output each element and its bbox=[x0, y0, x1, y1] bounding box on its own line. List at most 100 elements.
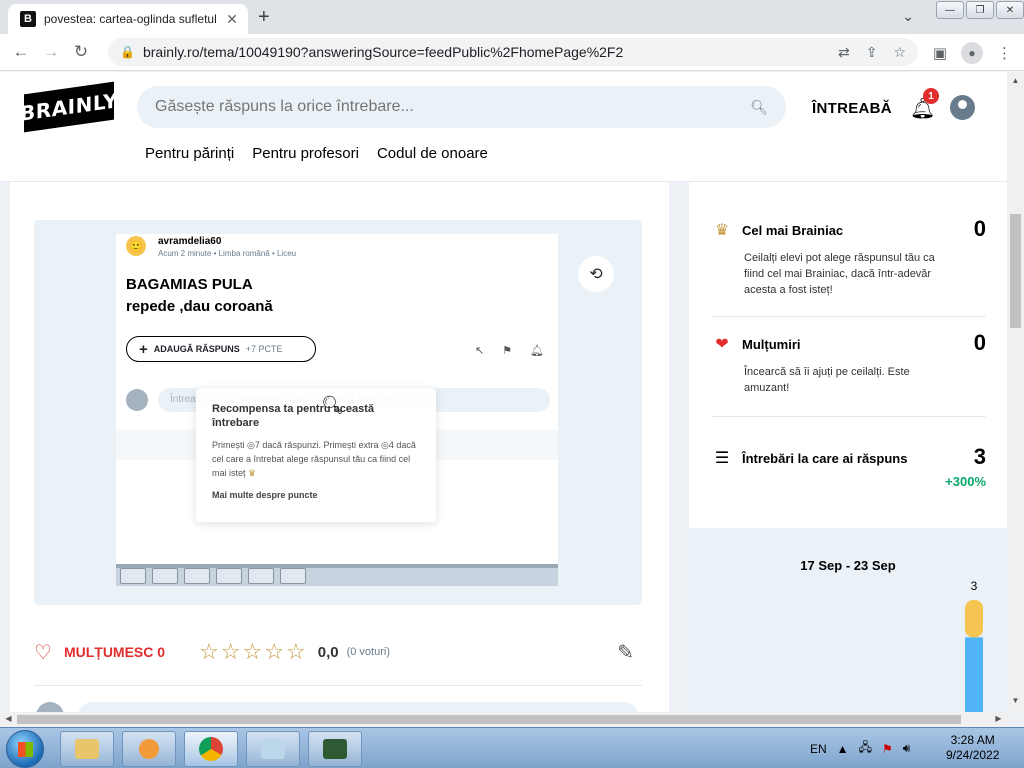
stat-divider bbox=[712, 416, 986, 417]
network-icon[interactable]: 🖧 bbox=[859, 738, 872, 759]
screenshot-taskbar bbox=[116, 564, 558, 586]
asker-avatar: 🙂 bbox=[126, 236, 146, 256]
growth-percent: +300% bbox=[945, 474, 986, 489]
scroll-down-arrow-icon[interactable]: ▼ bbox=[1007, 696, 1024, 705]
brainly-logo[interactable]: BRAINLY bbox=[20, 81, 118, 133]
thanks-label: MULȚUMESC 0 bbox=[63, 644, 166, 660]
edit-pencil-icon[interactable]: ✎ bbox=[617, 640, 634, 665]
notepad-taskbar-button[interactable] bbox=[246, 731, 300, 767]
stat-answered: ☰ Întrebări la care ai răspuns 3 +300% bbox=[712, 444, 986, 489]
monitor-icon bbox=[323, 739, 347, 759]
notification-badge: 1 bbox=[923, 88, 939, 104]
star-icon[interactable]: ☆ bbox=[264, 639, 284, 665]
chrome-taskbar-button[interactable] bbox=[184, 731, 238, 767]
side-panel-icon[interactable]: ▣ bbox=[933, 44, 947, 62]
bookmark-star-icon[interactable]: ☆ bbox=[893, 44, 906, 61]
points-icon: ◎ bbox=[380, 440, 389, 450]
question-meta: Acum 2 minute • Limba română • Liceu bbox=[158, 249, 297, 258]
next-comment-row bbox=[34, 702, 642, 712]
section-divider bbox=[34, 685, 642, 686]
close-window-button[interactable]: ✕ bbox=[996, 1, 1024, 19]
rotate-image-icon[interactable]: ⟲ bbox=[578, 256, 614, 292]
scroll-left-arrow-icon[interactable]: ◀ bbox=[0, 714, 17, 723]
tab-search-chevron-icon[interactable]: ⌄ bbox=[902, 8, 914, 25]
maximize-button[interactable]: ❐ bbox=[966, 1, 994, 19]
star-icon[interactable]: ☆ bbox=[243, 639, 263, 665]
nav-link-honor-code[interactable]: Codul de onoare bbox=[377, 145, 488, 162]
share-icon[interactable]: ⇪ bbox=[866, 44, 878, 61]
flag-icon: ⚑ bbox=[502, 345, 513, 357]
tooltip-body: Primești ◎7 dacă răspunzi. Primești extr… bbox=[212, 440, 416, 478]
user-avatar[interactable] bbox=[950, 95, 975, 120]
horizontal-scrollbar[interactable]: ◀ ▶ bbox=[0, 712, 1007, 727]
star-icon[interactable]: ☆ bbox=[199, 639, 219, 665]
scroll-up-arrow-icon[interactable]: ▲ bbox=[1007, 76, 1024, 85]
vertical-scrollbar[interactable]: ▲ ▼ bbox=[1007, 72, 1024, 712]
monitor-taskbar-button[interactable] bbox=[308, 731, 362, 767]
tab-close-icon[interactable]: ✕ bbox=[224, 11, 240, 28]
question-panel: 🙂 avramdelia60 Acum 2 minute • Limba rom… bbox=[10, 182, 669, 712]
volume-icon[interactable]: 🔊︎ bbox=[903, 741, 911, 756]
reload-icon[interactable]: ↻ bbox=[66, 42, 96, 62]
start-button[interactable] bbox=[6, 730, 44, 768]
forward-arrow-icon[interactable]: → bbox=[36, 42, 66, 62]
taskbar-clock[interactable]: 3:28 AM 9/24/2022 bbox=[946, 733, 999, 763]
action-center-flag-icon[interactable]: ⚑ bbox=[882, 742, 893, 756]
windows-taskbar: EN ▲ 🖧 ⚑ 🔊︎ 3:28 AM 9/24/2022 bbox=[0, 727, 1024, 768]
ask-question-button[interactable]: ÎNTREABĂ bbox=[812, 100, 892, 117]
nav-link-parents[interactable]: Pentru părinți bbox=[145, 145, 234, 162]
profile-avatar-icon[interactable]: ● bbox=[961, 42, 983, 64]
search-icon[interactable]: 🔍︎ bbox=[750, 99, 768, 116]
comment-input[interactable] bbox=[78, 702, 638, 712]
stat-description: Ceilalți elevi pot alege răspunsul tău c… bbox=[744, 252, 935, 296]
url-text[interactable]: brainly.ro/tema/10049190?answeringSource… bbox=[143, 44, 830, 60]
scroll-right-arrow-icon[interactable]: ▶ bbox=[990, 714, 1007, 723]
chart-bar-value-label: 3 bbox=[971, 579, 978, 593]
translate-icon[interactable]: ⇄ bbox=[838, 44, 850, 61]
page-viewport: BRAINLY 🔍︎ ÎNTREABĂ 🔔︎ 1 Pentru părinți … bbox=[0, 72, 1007, 712]
address-bar[interactable]: 🔒 brainly.ro/tema/10049190?answeringSour… bbox=[108, 38, 918, 66]
minimize-button[interactable]: — bbox=[936, 1, 964, 19]
thanks-button[interactable]: ♡ MULȚUMESC 0 bbox=[34, 640, 165, 665]
rating-stars[interactable]: ☆ ☆ ☆ ☆ ☆ bbox=[199, 639, 306, 665]
stat-description: Încearcă să îi ajuți pe ceilalți. Este a… bbox=[744, 366, 910, 394]
horizontal-scroll-thumb[interactable] bbox=[17, 715, 961, 724]
heart-outline-icon: ♡ bbox=[34, 641, 52, 664]
zoom-magnifier-icon[interactable]: 🔍︎ bbox=[321, 395, 344, 416]
folder-icon bbox=[75, 739, 99, 759]
points-tooltip: Recompensa ta pentru această întrebare P… bbox=[196, 388, 436, 522]
language-indicator[interactable]: EN bbox=[810, 742, 827, 756]
secondary-nav: Pentru părinți Pentru profesori Codul de… bbox=[145, 145, 488, 162]
new-tab-button[interactable]: + bbox=[258, 6, 270, 29]
lock-icon[interactable]: 🔒 bbox=[120, 45, 135, 59]
nav-link-teachers[interactable]: Pentru profesori bbox=[252, 145, 359, 162]
question-attachment[interactable]: 🙂 avramdelia60 Acum 2 minute • Limba rom… bbox=[34, 220, 642, 605]
chrome-icon bbox=[199, 737, 223, 761]
browser-menu-icon[interactable]: ⋮ bbox=[997, 44, 1012, 62]
explorer-taskbar-button[interactable] bbox=[60, 731, 114, 767]
tooltip-more-link: Mai multe despre puncte bbox=[212, 490, 318, 500]
heart-icon: ❤ bbox=[715, 336, 729, 353]
votes-count: (0 voturi) bbox=[346, 646, 390, 658]
tab-title: povestea: cartea-oglinda sufletul bbox=[44, 12, 216, 26]
clock-time: 3:28 AM bbox=[950, 733, 995, 747]
weekly-chart: 17 Sep - 23 Sep 3 bbox=[689, 528, 1007, 712]
vertical-scroll-thumb[interactable] bbox=[1010, 214, 1021, 328]
tray-expand-icon[interactable]: ▲ bbox=[837, 742, 849, 756]
media-player-taskbar-button[interactable] bbox=[122, 731, 176, 767]
question-mini-icons: ↖ ⚑ 🔔︎ bbox=[475, 344, 544, 357]
chart-bar-segment bbox=[965, 637, 983, 712]
star-icon[interactable]: ☆ bbox=[221, 639, 241, 665]
browser-tab[interactable]: B povestea: cartea-oglinda sufletul ✕ bbox=[8, 4, 248, 34]
browser-tab-strip: B povestea: cartea-oglinda sufletul ✕ + … bbox=[0, 0, 1024, 34]
question-subtitle: repede ,dau coroană bbox=[126, 298, 273, 315]
notepad-icon bbox=[261, 739, 285, 759]
rating-value: 0,0 bbox=[317, 643, 339, 661]
search-input[interactable] bbox=[155, 98, 751, 116]
back-arrow-icon[interactable]: ← bbox=[6, 42, 36, 62]
add-answer-button: + ADAUGĂ RĂSPUNS +7 PCTE bbox=[126, 336, 316, 362]
search-bar[interactable]: 🔍︎ bbox=[137, 86, 786, 128]
stat-brainiac: ♛ Cel mai Brainiac 0 Ceilalți elevi pot … bbox=[712, 216, 986, 298]
star-icon[interactable]: ☆ bbox=[286, 639, 306, 665]
commenter-avatar bbox=[126, 389, 148, 411]
